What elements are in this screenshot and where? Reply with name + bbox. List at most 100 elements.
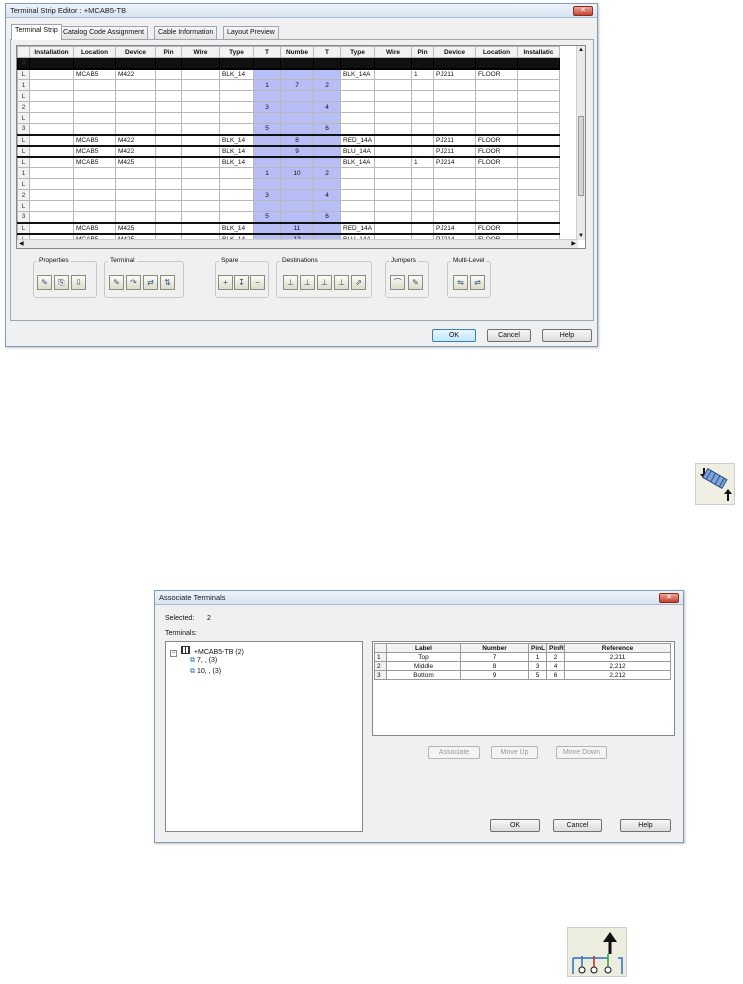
table-row[interactable]: L MCAB5 M422 BLK_14 8 RED_14A PJ211 FLOOR <box>17 134 560 147</box>
table-cell[interactable] <box>115 90 156 102</box>
table-cell[interactable] <box>517 57 560 70</box>
row-header[interactable]: 2 <box>374 661 387 671</box>
table-cell[interactable] <box>411 145 434 158</box>
row-header[interactable]: 2 <box>17 101 30 113</box>
table-cell[interactable] <box>73 79 116 91</box>
table-cell[interactable] <box>219 101 254 113</box>
col-header[interactable]: Pin <box>155 46 182 58</box>
table-cell[interactable]: 1 <box>528 652 547 662</box>
table-cell[interactable] <box>253 90 281 102</box>
table-cell[interactable]: Bottom <box>386 670 461 680</box>
destination-4-icon[interactable]: ⊥ <box>334 275 349 290</box>
table-cell[interactable] <box>517 222 560 235</box>
table-row[interactable]: L <box>17 112 560 124</box>
table-cell[interactable] <box>73 167 116 179</box>
table-cell[interactable] <box>181 134 220 147</box>
table-cell[interactable] <box>280 90 314 102</box>
table-cell[interactable] <box>475 101 518 113</box>
row-header[interactable]: 3 <box>17 123 30 136</box>
table-row[interactable]: L MCAB5 M422 BLK_14 9 BLU_14A PJ211 FLOOR <box>17 145 560 158</box>
table-cell[interactable] <box>29 145 74 158</box>
table-cell[interactable] <box>340 57 375 70</box>
table-cell[interactable] <box>181 79 220 91</box>
table-cell[interactable]: Top <box>386 652 461 662</box>
table-cell[interactable]: BLU_14A <box>340 145 375 158</box>
table-cell[interactable] <box>155 167 182 179</box>
table-row[interactable]: 3 Bottom 9 5 6 2,212 <box>374 670 671 680</box>
table-cell[interactable]: 7 <box>460 652 529 662</box>
row-header[interactable]: L <box>17 156 30 168</box>
table-cell[interactable] <box>29 211 74 224</box>
table-cell[interactable] <box>155 145 182 158</box>
row-header[interactable]: L <box>17 222 30 235</box>
table-cell[interactable]: PJ211 <box>433 145 476 158</box>
scroll-left-arrow[interactable]: ◀ <box>19 240 24 247</box>
table-row[interactable]: L MCAB5 M422 BLK_14 BLK_14A 1 PJ211 FLOOR <box>17 68 560 80</box>
tab-catalog-code-assignment[interactable]: Catalog Code Assignment <box>59 26 148 39</box>
table-cell[interactable] <box>115 123 156 136</box>
table-cell[interactable]: MCAB5 <box>73 222 116 235</box>
table-cell[interactable] <box>517 101 560 113</box>
destination-2-icon[interactable]: ⊥ <box>300 275 315 290</box>
table-cell[interactable] <box>475 79 518 91</box>
table-cell[interactable] <box>181 90 220 102</box>
table-cell[interactable] <box>433 123 476 136</box>
table-cell[interactable] <box>280 189 314 201</box>
move-terminal-icon[interactable]: ↷ <box>126 275 141 290</box>
table-cell[interactable] <box>253 156 281 168</box>
table-cell[interactable] <box>374 79 412 91</box>
table-cell[interactable]: BLK_14 <box>219 68 254 80</box>
table-cell[interactable] <box>115 112 156 124</box>
row-header[interactable]: 1 <box>374 652 387 662</box>
table-cell[interactable]: 1 <box>253 79 281 91</box>
table-cell[interactable] <box>181 156 220 168</box>
table-cell[interactable] <box>253 134 281 147</box>
move-down-button[interactable]: Move Down <box>556 746 607 759</box>
table-cell[interactable] <box>517 156 560 168</box>
table-cell[interactable]: MCAB5 <box>73 156 116 168</box>
table-cell[interactable] <box>253 68 281 80</box>
table-cell[interactable]: BLK_14A <box>340 68 375 80</box>
col-header[interactable]: Device <box>433 46 476 58</box>
table-cell[interactable] <box>374 178 412 190</box>
table-cell[interactable] <box>29 123 74 136</box>
table-cell[interactable]: 4 <box>546 661 565 671</box>
table-cell[interactable] <box>475 123 518 136</box>
row-header[interactable]: L <box>17 68 30 80</box>
table-cell[interactable] <box>219 211 254 224</box>
table-cell[interactable] <box>475 211 518 224</box>
table-cell[interactable] <box>374 68 412 80</box>
associate-grid[interactable]: Label Number PinL PinR Reference 1 Top 7 1 2… <box>372 641 675 736</box>
copy-properties-icon[interactable]: ⎘ <box>54 275 69 290</box>
table-cell[interactable]: 6 <box>313 211 341 224</box>
table-cell[interactable] <box>340 178 375 190</box>
table-row[interactable]: L <box>17 90 560 102</box>
table-cell[interactable]: 6 <box>313 123 341 136</box>
table-cell[interactable]: RED_14A <box>340 134 375 147</box>
row-header[interactable]: L <box>17 178 30 190</box>
table-cell[interactable]: 5 <box>528 670 547 680</box>
table-cell[interactable] <box>340 101 375 113</box>
table-cell[interactable] <box>115 189 156 201</box>
table-cell[interactable] <box>313 222 341 235</box>
table-cell[interactable] <box>181 167 220 179</box>
table-cell[interactable] <box>340 112 375 124</box>
table-cell[interactable] <box>313 200 341 212</box>
associate-terminals-icon[interactable]: ⇋ <box>453 275 468 290</box>
table-cell[interactable] <box>155 222 182 235</box>
table-cell[interactable] <box>280 178 314 190</box>
table-cell[interactable] <box>433 90 476 102</box>
add-spare-icon[interactable]: + <box>218 275 233 290</box>
table-cell[interactable] <box>219 112 254 124</box>
table-cell[interactable] <box>115 178 156 190</box>
col-header[interactable]: Location <box>475 46 518 58</box>
col-header[interactable]: Type <box>340 46 375 58</box>
table-cell[interactable] <box>280 101 314 113</box>
table-cell[interactable] <box>181 222 220 235</box>
table-cell[interactable]: M425 <box>115 156 156 168</box>
table-cell[interactable] <box>181 101 220 113</box>
table-cell[interactable] <box>433 57 476 70</box>
delete-spare-icon[interactable]: − <box>250 275 265 290</box>
col-header[interactable]: Wire <box>181 46 220 58</box>
table-cell[interactable] <box>155 123 182 136</box>
